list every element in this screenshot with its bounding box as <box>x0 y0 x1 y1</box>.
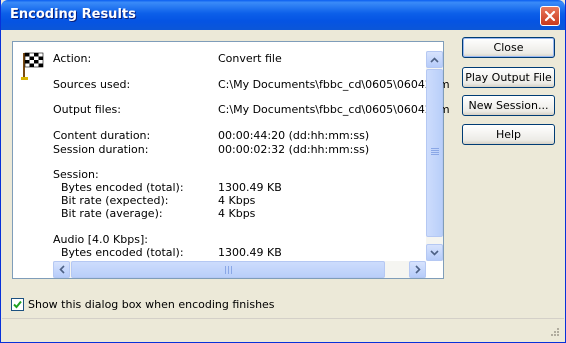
thumb-grip <box>431 148 439 156</box>
help-button[interactable]: Help <box>462 124 555 145</box>
scroll-down-button[interactable] <box>426 244 443 261</box>
session-heading: Session: <box>53 168 99 181</box>
bit-rate-average-label: Bit rate (average): <box>61 207 163 220</box>
chevron-up-icon <box>430 56 439 63</box>
window-close-button[interactable] <box>540 6 560 26</box>
vertical-scroll-thumb[interactable] <box>426 69 443 237</box>
chevron-right-icon <box>414 265 421 274</box>
session-bytes-encoded-label: Bytes encoded (total): <box>61 181 184 194</box>
audio-bytes-encoded-value: 1300.49 KB <box>218 246 282 259</box>
horizontal-scrollbar[interactable] <box>53 261 426 278</box>
bit-rate-average-value: 4 Kbps <box>218 207 256 220</box>
checkmark-icon <box>13 300 22 309</box>
chevron-left-icon <box>58 265 65 274</box>
action-value: Convert file <box>218 52 282 65</box>
scroll-right-button[interactable] <box>409 261 426 278</box>
content-duration-label: Content duration: <box>53 129 151 142</box>
close-icon <box>544 10 556 22</box>
status-bar <box>2 318 564 342</box>
show-dialog-checkbox[interactable] <box>11 298 24 311</box>
horizontal-scroll-thumb[interactable] <box>71 261 385 278</box>
output-files-label: Output files: <box>53 103 121 116</box>
scroll-left-button[interactable] <box>53 261 70 278</box>
vertical-scrollbar[interactable] <box>426 51 443 261</box>
close-button[interactable]: Close <box>462 37 555 58</box>
title-bar[interactable]: Encoding Results <box>1 0 565 30</box>
show-dialog-label[interactable]: Show this dialog box when encoding finis… <box>28 298 275 311</box>
output-files-value: C:\My Documents\fbbc_cd\0605\060423m <box>218 103 450 116</box>
thumb-grip <box>225 266 233 274</box>
bit-rate-expected-value: 4 Kbps <box>218 194 256 207</box>
window-title: Encoding Results <box>10 7 136 22</box>
chevron-down-icon <box>430 249 439 256</box>
audio-heading: Audio [4.0 Kbps]: <box>53 233 148 246</box>
resize-grip-icon[interactable] <box>548 327 560 339</box>
action-label: Action: <box>53 52 92 65</box>
results-panel: Action: Convert file Sources used: C:\My… <box>12 41 450 279</box>
sources-used-label: Sources used: <box>53 78 131 91</box>
session-duration-value: 00:00:02:32 (dd:hh:mm:ss) <box>218 143 370 156</box>
play-output-file-button[interactable]: Play Output File <box>462 67 555 88</box>
session-duration-label: Session duration: <box>53 143 149 156</box>
encoding-results-dialog: Encoding Results Action: Convert file So… <box>0 0 566 343</box>
checkered-flag-icon <box>21 52 44 80</box>
scroll-up-button[interactable] <box>426 51 443 68</box>
new-session-button[interactable]: New Session... <box>462 95 555 116</box>
sources-used-value: C:\My Documents\fbbc_cd\0605\060423m <box>218 78 450 91</box>
bit-rate-expected-label: Bit rate (expected): <box>61 194 169 207</box>
content-duration-value: 00:00:44:20 (dd:hh:mm:ss) <box>218 129 370 142</box>
audio-bytes-encoded-label: Bytes encoded (total): <box>61 246 184 259</box>
session-bytes-encoded-value: 1300.49 KB <box>218 181 282 194</box>
